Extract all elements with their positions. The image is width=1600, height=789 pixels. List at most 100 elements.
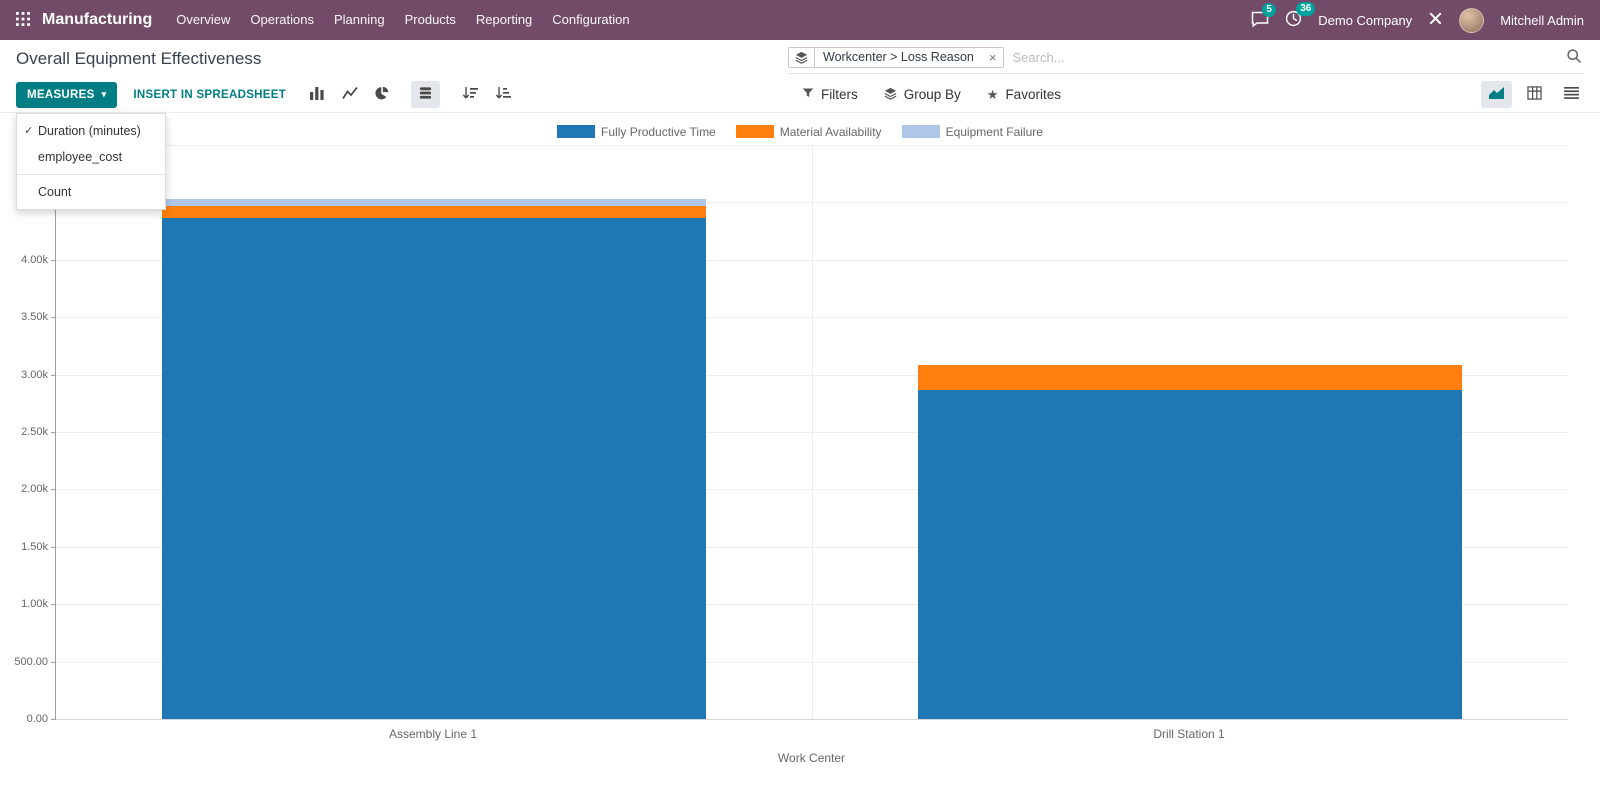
group-by-label: Group By [903, 87, 961, 102]
list-view-button[interactable] [1557, 82, 1586, 107]
filter-funnel-icon [802, 87, 814, 102]
search-input[interactable] [1004, 45, 1566, 69]
measure-option-employee-cost[interactable]: employee_cost [17, 144, 165, 170]
activities-button[interactable]: 36 [1285, 2, 1316, 30]
y-tick-label: 2.00k [21, 483, 48, 496]
view-switcher [1481, 77, 1586, 112]
bar-segment[interactable] [161, 198, 707, 206]
y-tick-mark [51, 546, 56, 548]
y-tick-mark [51, 259, 56, 261]
search-facet: Workcenter > Loss Reason × [788, 46, 1005, 68]
legend-item[interactable]: Equipment Failure [901, 125, 1043, 139]
oee-chart: Fully Productive Time Material Availabili… [0, 124, 1600, 765]
menu-item-products[interactable]: Products [395, 0, 466, 40]
favorites-label: Favorites [1005, 87, 1061, 102]
line-chart-button[interactable] [335, 81, 365, 108]
check-icon: ✓ [24, 125, 34, 137]
user-menu[interactable]: Mitchell Admin [1500, 13, 1584, 28]
y-tick-label: 2.50k [21, 426, 48, 438]
stacked-toggle-button[interactable] [411, 81, 441, 108]
insert-in-spreadsheet-button[interactable]: INSERT IN SPREADSHEET [133, 89, 286, 101]
top-navbar: Manufacturing Overview Operations Planni… [0, 0, 1600, 40]
sort-descending-icon [495, 86, 512, 103]
measures-dropdown: ✓ Duration (minutes) employee_cost Count [16, 113, 166, 210]
graph-view-button[interactable] [1481, 81, 1512, 108]
graph-toolbar: MEASURES ▾ INSERT IN SPREADSHEET Filters… [0, 77, 1600, 113]
measure-option-duration[interactable]: ✓ Duration (minutes) [17, 118, 165, 144]
menu-item-operations[interactable]: Operations [240, 0, 324, 40]
y-tick-label: 4.00k [21, 253, 48, 266]
area-chart-icon [1488, 86, 1505, 103]
measure-option-label: Count [38, 185, 72, 199]
filters-label: Filters [821, 87, 858, 102]
measures-button[interactable]: MEASURES ▾ [16, 81, 118, 108]
sort-ascending-button[interactable] [455, 81, 485, 108]
search-options: Filters Group By ★ Favorites [802, 77, 1061, 112]
messages-button[interactable]: 5 [1251, 2, 1276, 30]
search-bar[interactable]: Workcenter > Loss Reason × [788, 44, 1584, 74]
pivot-view-button[interactable] [1520, 81, 1549, 108]
support-tools-button[interactable] [1428, 11, 1443, 29]
sort-descending-button[interactable] [488, 81, 518, 108]
y-axis: 0.00 500.00 1.00k 1.50k 2.00k 2.50k 3.00k 3.50k… [0, 139, 55, 725]
search-icon [1566, 48, 1582, 67]
legend-swatch [901, 125, 940, 138]
y-tick-mark [51, 432, 56, 433]
apps-menu-button[interactable] [16, 11, 30, 29]
avatar[interactable] [1459, 7, 1485, 33]
facet-remove-button[interactable]: × [982, 48, 1004, 67]
menu-item-overview[interactable]: Overview [166, 0, 240, 40]
measure-option-count[interactable]: Count [17, 179, 165, 205]
list-icon [1564, 87, 1579, 102]
activities-badge: 36 [1296, 2, 1316, 16]
measure-option-label: employee_cost [38, 150, 123, 164]
bar-segment[interactable] [161, 218, 707, 719]
line-chart-icon [342, 86, 358, 103]
tools-icon [1428, 11, 1443, 29]
legend-label: Fully Productive Time [601, 124, 716, 139]
app-name[interactable]: Manufacturing [42, 11, 152, 29]
bar-segment[interactable] [161, 205, 707, 219]
group-by-button[interactable]: Group By [884, 87, 961, 103]
pie-chart-button[interactable] [368, 81, 396, 108]
legend-swatch [557, 125, 596, 138]
bar-segment[interactable] [917, 364, 1463, 390]
legend-item[interactable]: Material Availability [735, 124, 882, 139]
dropdown-separator [17, 174, 165, 175]
y-tick-mark [51, 489, 56, 491]
y-tick-mark [51, 317, 56, 319]
x-axis-title: Work Center [777, 751, 846, 765]
y-tick-label: 3.00k [21, 368, 48, 381]
menu-item-planning[interactable]: Planning [324, 0, 395, 40]
navbar-systray: 5 36 Demo Company Mitchell Admin [1251, 2, 1584, 33]
bar-chart-icon [309, 86, 325, 103]
y-tick-label: 0.00 [26, 713, 48, 725]
company-switcher[interactable]: Demo Company [1318, 13, 1412, 28]
favorites-button[interactable]: ★ Favorites [987, 87, 1061, 102]
filters-button[interactable]: Filters [802, 87, 858, 102]
plot-area [51, 145, 1568, 720]
search-button[interactable] [1566, 48, 1582, 67]
legend-item[interactable]: Fully Productive Time [557, 125, 716, 139]
menu-item-configuration[interactable]: Configuration [542, 0, 639, 40]
menu-item-reporting[interactable]: Reporting [466, 0, 542, 40]
main-menu: Overview Operations Planning Products Re… [166, 0, 639, 40]
bar-chart-button[interactable] [302, 81, 332, 108]
bar-segment[interactable] [917, 389, 1463, 719]
y-tick-mark [51, 374, 56, 376]
legend-swatch [735, 125, 774, 138]
y-tick-label: 1.50k [21, 540, 48, 553]
plot-row: 0.00 500.00 1.00k 1.50k 2.00k 2.50k 3.00k 3.50k… [14, 139, 1568, 725]
y-tick-label: 500.00 [14, 655, 48, 668]
x-axis-labels: Assembly Line 1 Drill Station 1 [55, 727, 1568, 742]
layers-icon [884, 87, 897, 103]
pie-chart-icon [375, 86, 389, 103]
apps-grid-icon [16, 11, 30, 29]
control-panel: Overall Equipment Effectiveness Workcent… [0, 40, 1600, 77]
chart-type-group [302, 81, 518, 108]
y-tick-label: 1.00k [21, 598, 48, 611]
x-axis-category-label: Drill Station 1 [1153, 727, 1225, 741]
measure-option-label: Duration (minutes) [38, 124, 141, 138]
chart-legend: Fully Productive Time Material Availabili… [0, 124, 1600, 139]
legend-label: Material Availability [779, 124, 882, 139]
